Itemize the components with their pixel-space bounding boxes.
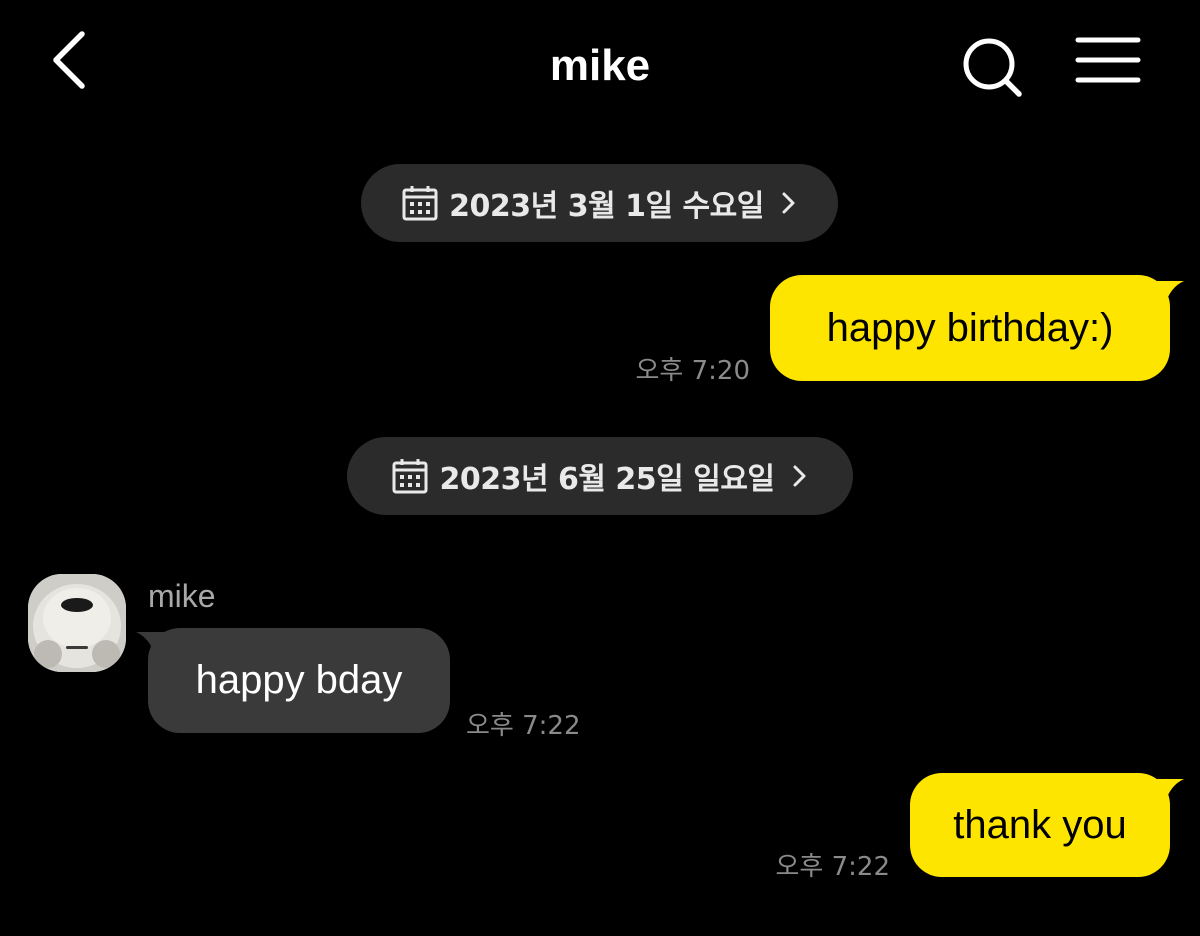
- chevron-right-icon: [793, 465, 806, 487]
- chevron-left-icon: [53, 31, 85, 89]
- message-timestamp: 오후 7:20: [635, 356, 751, 386]
- message-text: happy birthday:): [826, 305, 1114, 350]
- profile-picture: [28, 574, 126, 672]
- calendar-icon: [392, 459, 428, 494]
- bubble-tail: [1150, 779, 1184, 805]
- message-timestamp: 오후 7:22: [466, 711, 581, 741]
- outgoing-message-bubble[interactable]: thank you: [910, 773, 1184, 877]
- message-timestamp: 오후 7:22: [775, 852, 891, 882]
- date-divider[interactable]: 2023년 6월 25일 일요일: [347, 437, 853, 515]
- back-button[interactable]: [40, 28, 100, 98]
- chevron-right-icon: [782, 192, 795, 214]
- bubble-tail: [1150, 281, 1184, 307]
- outgoing-message-bubble[interactable]: happy birthday:): [770, 275, 1184, 381]
- search-icon: [963, 38, 1022, 97]
- date-divider-label: 2023년 3월 1일 수요일: [449, 189, 764, 224]
- menu-button[interactable]: [1070, 32, 1146, 92]
- date-divider-label: 2023년 6월 25일 일요일: [439, 462, 775, 497]
- search-button[interactable]: [956, 32, 1028, 104]
- incoming-message-bubble[interactable]: happy bday: [136, 628, 450, 733]
- chat-header: mike: [0, 0, 1200, 130]
- calendar-icon: [402, 186, 438, 221]
- message-text: happy bday: [195, 658, 403, 702]
- message-text: thank you: [953, 802, 1127, 847]
- chat-title: mike: [549, 41, 651, 90]
- date-divider[interactable]: 2023년 3월 1일 수요일: [361, 164, 838, 242]
- avatar[interactable]: [28, 574, 126, 672]
- hamburger-menu-icon: [1075, 37, 1141, 83]
- sender-name: mike: [148, 578, 216, 614]
- bubble-tail: [136, 632, 170, 658]
